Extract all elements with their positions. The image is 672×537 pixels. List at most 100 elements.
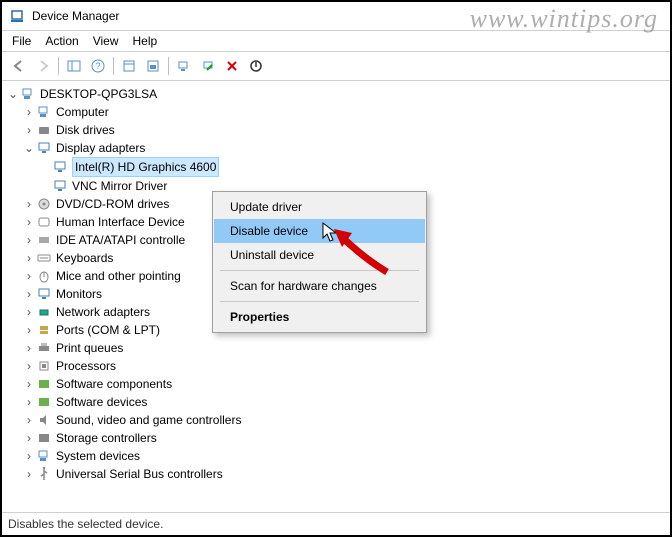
tree-item[interactable]: › Disk drives — [4, 121, 668, 139]
tree-label: Mice and other pointing — [56, 267, 181, 285]
software-icon — [36, 394, 52, 410]
scan-button[interactable] — [173, 55, 195, 77]
tree-label: Network adapters — [56, 303, 150, 321]
tree-label: Computer — [56, 103, 109, 121]
tree-label: Disk drives — [56, 121, 115, 139]
tree-item[interactable]: › Storage controllers — [4, 429, 668, 447]
tree-label: Display adapters — [56, 139, 145, 157]
disk-icon — [36, 122, 52, 138]
window-title: Device Manager — [32, 9, 119, 23]
tree-item[interactable]: › System devices — [4, 447, 668, 465]
tree-item[interactable]: ⌄ Display adapters — [4, 139, 668, 157]
context-scan-hardware[interactable]: Scan for hardware changes — [214, 274, 425, 298]
expand-icon[interactable]: › — [22, 121, 36, 139]
tree-label: Sound, video and game controllers — [56, 411, 241, 429]
toolbar-separator — [168, 57, 169, 75]
expand-icon[interactable]: › — [22, 411, 36, 429]
tree-item-selected[interactable]: Intel(R) HD Graphics 4600 — [4, 157, 668, 177]
expand-icon[interactable]: › — [22, 429, 36, 447]
expand-icon[interactable]: › — [22, 357, 36, 375]
uninstall-button[interactable] — [221, 55, 243, 77]
expand-icon[interactable]: › — [22, 249, 36, 267]
expand-icon[interactable]: › — [22, 321, 36, 339]
software-icon — [36, 376, 52, 392]
tree-item[interactable]: › Software components — [4, 375, 668, 393]
tree-label: IDE ATA/ATAPI controlle — [56, 231, 185, 249]
help-button[interactable]: ? — [87, 55, 109, 77]
tree-label: Software components — [56, 375, 172, 393]
expand-icon[interactable]: › — [22, 375, 36, 393]
properties-button[interactable] — [118, 55, 140, 77]
tree-root-label: DESKTOP-QPG3LSA — [40, 85, 157, 103]
storage-icon — [36, 430, 52, 446]
tree-label: Processors — [56, 357, 116, 375]
network-icon — [36, 304, 52, 320]
disable-button[interactable] — [245, 55, 267, 77]
tree-label: Human Interface Device — [56, 213, 185, 231]
expand-icon[interactable]: › — [22, 213, 36, 231]
display-icon — [52, 159, 68, 175]
tree-item[interactable]: › Sound, video and game controllers — [4, 411, 668, 429]
usb-icon — [36, 466, 52, 482]
device-manager-icon — [10, 8, 26, 24]
show-hide-button[interactable] — [63, 55, 85, 77]
expand-icon[interactable]: › — [22, 285, 36, 303]
toolbar: ? — [2, 52, 670, 81]
tree-root[interactable]: ⌄ DESKTOP-QPG3LSA — [4, 85, 668, 103]
tree-label: Software devices — [56, 393, 147, 411]
display-icon — [36, 140, 52, 156]
tree-label: Storage controllers — [56, 429, 157, 447]
expand-icon[interactable]: › — [22, 447, 36, 465]
tree-label: Universal Serial Bus controllers — [56, 465, 223, 483]
tree-label: Monitors — [56, 285, 102, 303]
mouse-icon — [36, 268, 52, 284]
menu-view[interactable]: View — [93, 34, 119, 48]
update-button[interactable] — [142, 55, 164, 77]
enable-button[interactable] — [197, 55, 219, 77]
toolbar-separator — [58, 57, 59, 75]
computer-icon — [20, 86, 36, 102]
status-bar: Disables the selected device. — [2, 512, 670, 535]
printer-icon — [36, 340, 52, 356]
tree-item[interactable]: › Software devices — [4, 393, 668, 411]
context-menu: Update driver Disable device Uninstall d… — [212, 191, 427, 333]
context-properties[interactable]: Properties — [214, 305, 425, 329]
expand-icon[interactable]: › — [22, 103, 36, 121]
monitor-icon — [36, 286, 52, 302]
expand-icon[interactable]: › — [22, 195, 36, 213]
context-uninstall-device[interactable]: Uninstall device — [214, 243, 425, 267]
expand-icon[interactable]: › — [22, 393, 36, 411]
system-icon — [36, 448, 52, 464]
context-update-driver[interactable]: Update driver — [214, 195, 425, 219]
expand-icon[interactable]: ⌄ — [22, 139, 36, 157]
expand-icon[interactable]: › — [22, 465, 36, 483]
tree-label: Keyboards — [56, 249, 113, 267]
expand-icon[interactable]: ⌄ — [6, 85, 20, 103]
ide-icon — [36, 232, 52, 248]
menu-action[interactable]: Action — [45, 34, 78, 48]
tree-label: Intel(R) HD Graphics 4600 — [72, 157, 219, 177]
context-separator — [220, 270, 419, 271]
toolbar-separator — [113, 57, 114, 75]
expand-icon[interactable]: › — [22, 339, 36, 357]
back-button[interactable] — [8, 55, 30, 77]
tree-label: VNC Mirror Driver — [72, 177, 167, 195]
tree-item[interactable]: › Universal Serial Bus controllers — [4, 465, 668, 483]
expand-icon[interactable]: › — [22, 267, 36, 285]
tree-item[interactable]: › Computer — [4, 103, 668, 121]
sound-icon — [36, 412, 52, 428]
processor-icon — [36, 358, 52, 374]
tree-label: DVD/CD-ROM drives — [56, 195, 169, 213]
forward-button[interactable] — [32, 55, 54, 77]
context-disable-device[interactable]: Disable device — [214, 219, 425, 243]
hid-icon — [36, 214, 52, 230]
expand-icon[interactable]: › — [22, 231, 36, 249]
ports-icon — [36, 322, 52, 338]
tree-item[interactable]: › Processors — [4, 357, 668, 375]
expand-icon[interactable]: › — [22, 303, 36, 321]
tree-label: System devices — [56, 447, 140, 465]
menu-help[interactable]: Help — [133, 34, 158, 48]
tree-label: Ports (COM & LPT) — [56, 321, 160, 339]
menu-file[interactable]: File — [12, 34, 31, 48]
tree-item[interactable]: ›Print queues — [4, 339, 668, 357]
